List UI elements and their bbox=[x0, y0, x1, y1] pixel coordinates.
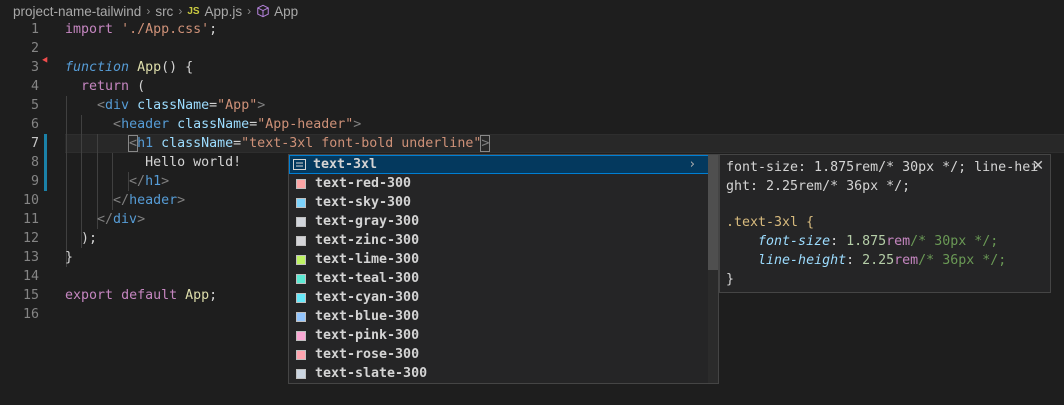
code-text: </header> bbox=[113, 193, 186, 208]
suggestion-scrollbar[interactable] bbox=[708, 155, 718, 383]
code-line[interactable]: 6 <header className="App-header"> bbox=[0, 115, 1064, 134]
color-swatch-icon bbox=[296, 292, 306, 303]
line-number: 15 bbox=[22, 288, 39, 303]
color-swatch-icon bbox=[296, 368, 306, 379]
line-number: 14 bbox=[22, 269, 39, 284]
suggestion-item[interactable]: text-gray-300 bbox=[289, 212, 709, 231]
code-text: export default App; bbox=[65, 288, 218, 303]
color-swatch-icon bbox=[296, 197, 306, 208]
suggestion-details-panel: ✕ font-size: 1.875rem/* 30px */; line-he… bbox=[719, 154, 1051, 293]
line-number: 11 bbox=[22, 212, 39, 227]
suggestion-label: text-slate-300 bbox=[315, 366, 428, 381]
css-declaration: line-height: 2.25rem/* 36px */; bbox=[758, 253, 1007, 268]
code-text: </h1> bbox=[129, 174, 170, 189]
line-number: 8 bbox=[30, 155, 39, 170]
code-text: return ( bbox=[81, 79, 146, 94]
line-number: 10 bbox=[22, 193, 39, 208]
line-number: 5 bbox=[30, 98, 39, 113]
code-text: } bbox=[65, 250, 74, 265]
code-text: <div className="App"> bbox=[97, 98, 266, 113]
code-text: <h1 className="text-3xl font-bold underl… bbox=[128, 135, 491, 152]
suggestion-label: text-teal-300 bbox=[315, 271, 420, 286]
color-swatch-icon bbox=[296, 235, 306, 246]
suggestion-label: text-cyan-300 bbox=[315, 290, 420, 305]
breadcrumb: project-name-tailwind › src › JS App.js … bbox=[0, 0, 1064, 22]
code-line[interactable]: 4 return ( bbox=[0, 77, 1064, 96]
code-text: ); bbox=[81, 231, 98, 246]
line-number: 12 bbox=[22, 231, 39, 246]
doc-text: ght: 2.25rem/* 36px */; bbox=[726, 179, 911, 194]
keyword-class-icon bbox=[293, 159, 306, 170]
suggestion-item[interactable]: text-rose-300 bbox=[289, 345, 709, 364]
color-swatch-icon bbox=[296, 254, 306, 265]
doc-text: font-size: 1.875rem/* 30px */; line-hei bbox=[726, 160, 1039, 175]
suggestion-label: text-lime-300 bbox=[315, 252, 420, 267]
line-number: 7 bbox=[30, 136, 39, 151]
chevron-right-icon: › bbox=[178, 4, 183, 18]
color-swatch-icon bbox=[296, 178, 306, 189]
code-text: function App() { bbox=[65, 60, 194, 75]
autocomplete-list[interactable]: text-3xl › text-red-300 text-sky-300 tex… bbox=[288, 154, 719, 384]
suggestion-label: text-rose-300 bbox=[315, 347, 420, 362]
suggestion-item[interactable]: text-blue-300 bbox=[289, 307, 709, 326]
suggestion-item[interactable]: text-cyan-300 bbox=[289, 288, 709, 307]
line-number: 13 bbox=[22, 250, 39, 265]
code-text: import './App.css'; bbox=[65, 22, 218, 37]
line-number: 9 bbox=[30, 174, 39, 189]
suggestion-item-selected[interactable]: text-3xl › bbox=[289, 155, 709, 174]
line-number: 6 bbox=[30, 117, 39, 132]
code-line[interactable]: 2 bbox=[0, 39, 1064, 58]
symbol-cube-icon bbox=[257, 4, 269, 18]
line-number: 1 bbox=[30, 22, 39, 37]
css-selector: .text-3xl { bbox=[726, 215, 815, 230]
line-number: 16 bbox=[22, 307, 39, 322]
code-line[interactable]: 5 <div className="App"> bbox=[0, 96, 1064, 115]
chevron-right-icon: › bbox=[247, 4, 252, 18]
suggestion-item[interactable]: text-zinc-300 bbox=[289, 231, 709, 250]
color-swatch-icon bbox=[296, 273, 306, 284]
suggestion-label: text-zinc-300 bbox=[315, 233, 420, 248]
color-swatch-icon bbox=[296, 311, 306, 322]
suggestion-scrollbar-thumb[interactable] bbox=[708, 155, 718, 270]
breadcrumb-file[interactable]: App.js bbox=[205, 4, 243, 19]
suggestion-item[interactable]: text-sky-300 bbox=[289, 193, 709, 212]
chevron-right-icon: › bbox=[146, 4, 151, 18]
suggestion-item[interactable]: text-lime-300 bbox=[289, 250, 709, 269]
css-close-brace: } bbox=[726, 272, 735, 287]
javascript-file-icon: JS bbox=[187, 5, 200, 17]
line-number: 3 bbox=[30, 60, 39, 75]
code-line[interactable]: 1 import './App.css'; bbox=[0, 20, 1064, 39]
breadcrumb-folder[interactable]: src bbox=[155, 4, 173, 19]
code-text: Hello world! bbox=[145, 155, 242, 170]
breadcrumb-symbol[interactable]: App bbox=[274, 4, 298, 19]
suggestion-label: text-3xl bbox=[313, 157, 378, 172]
code-text: <header className="App-header"> bbox=[113, 117, 362, 132]
suggestion-label: text-red-300 bbox=[315, 176, 412, 191]
suggestion-label: text-pink-300 bbox=[315, 328, 420, 343]
color-swatch-icon bbox=[296, 330, 306, 341]
chevron-right-icon[interactable]: › bbox=[690, 157, 695, 172]
color-swatch-icon bbox=[296, 349, 306, 360]
suggestion-item[interactable]: text-slate-300 bbox=[289, 364, 709, 383]
code-text: </div> bbox=[97, 212, 146, 227]
code-line-active[interactable]: 7 <h1 className="text-3xl font-bold unde… bbox=[0, 134, 1064, 153]
line-number: 2 bbox=[30, 41, 39, 56]
suggestion-item[interactable]: text-red-300 bbox=[289, 174, 709, 193]
code-line[interactable]: 3 function App() { bbox=[0, 58, 1064, 77]
breadcrumb-project[interactable]: project-name-tailwind bbox=[13, 4, 141, 19]
suggestion-label: text-gray-300 bbox=[315, 214, 420, 229]
suggestion-item[interactable]: text-teal-300 bbox=[289, 269, 709, 288]
suggestion-label: text-sky-300 bbox=[315, 195, 412, 210]
suggestion-label: text-blue-300 bbox=[315, 309, 420, 324]
css-declaration: font-size: 1.875rem/* 30px */; bbox=[758, 234, 999, 249]
color-swatch-icon bbox=[296, 216, 306, 227]
line-number: 4 bbox=[30, 79, 39, 94]
suggestion-item[interactable]: text-pink-300 bbox=[289, 326, 709, 345]
